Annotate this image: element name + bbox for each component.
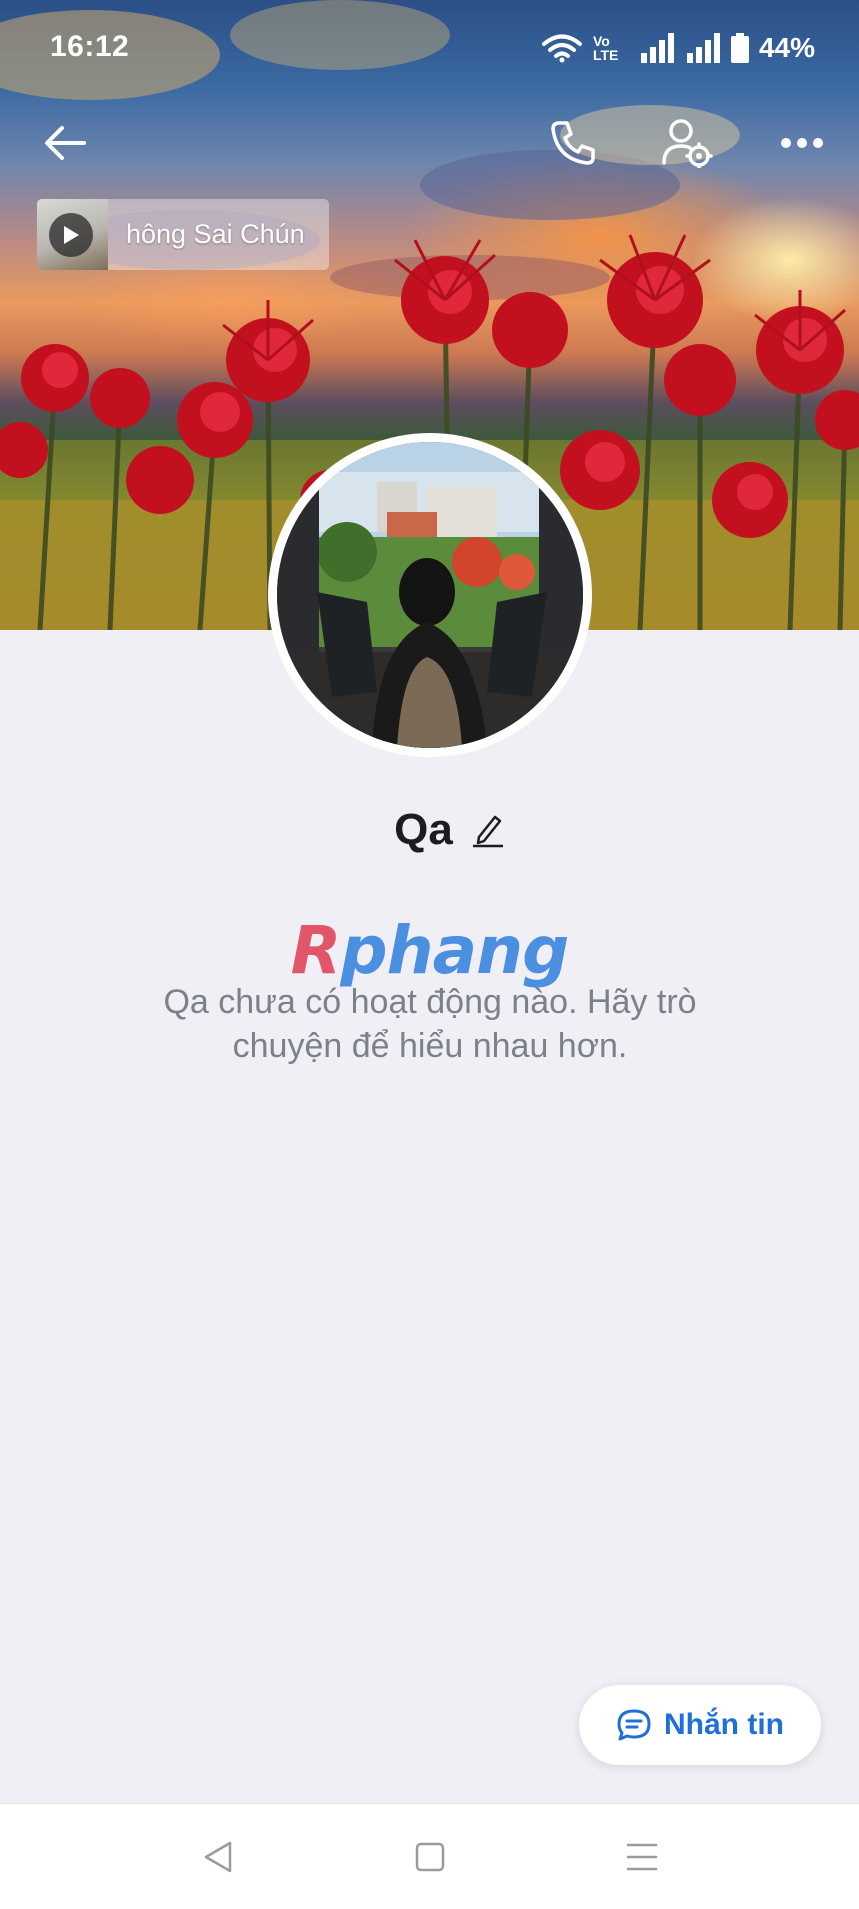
- chat-bubble-icon: [617, 1709, 651, 1741]
- avatar-photo: [277, 442, 583, 748]
- nav-menu-icon: [626, 1843, 658, 1871]
- profile-settings-button[interactable]: [652, 108, 722, 178]
- arrow-left-icon: [45, 126, 86, 160]
- nav-back-icon: [204, 1841, 232, 1873]
- signal-icon-1: [640, 33, 674, 63]
- profile-name: Qa: [394, 805, 453, 854]
- user-gear-icon: [662, 119, 713, 168]
- status-icons: Vo LTE 44%: [541, 30, 815, 66]
- phone-icon: [551, 121, 595, 165]
- avatar[interactable]: [268, 433, 592, 757]
- edit-name-button[interactable]: [471, 812, 505, 848]
- nav-back-button[interactable]: [188, 1832, 248, 1882]
- empty-activity-message: Qa chưa có hoạt động nào. Hãy trò chuyện…: [163, 983, 697, 1065]
- more-options-button[interactable]: [767, 108, 837, 178]
- nav-home-button[interactable]: [400, 1832, 460, 1882]
- system-navigation-bar: [0, 1803, 859, 1909]
- music-title: hông Sai Chún: [126, 219, 305, 249]
- send-message-label: Nhắn tin: [664, 1708, 784, 1741]
- status-time: 16:12: [50, 30, 130, 63]
- signal-icon-2: [686, 33, 720, 63]
- profile-music-chip[interactable]: hông Sai Chún: [37, 199, 329, 270]
- more-horizontal-icon: [781, 138, 823, 148]
- nav-menu-button[interactable]: [612, 1832, 672, 1882]
- battery-icon: [730, 33, 749, 63]
- volte-icon: Vo LTE: [592, 33, 619, 63]
- call-button[interactable]: [538, 108, 608, 178]
- nav-home-icon: [415, 1842, 445, 1872]
- wifi-icon: [541, 34, 582, 63]
- watermark-logo: Rphang: [290, 912, 570, 989]
- pencil-icon: [472, 815, 503, 848]
- back-button[interactable]: [30, 108, 100, 178]
- status-bar: 16:12 Vo LTE 44%: [0, 0, 859, 100]
- play-icon[interactable]: [49, 213, 93, 257]
- battery-level: 44%: [758, 32, 815, 63]
- profile-name-row: Qa: [0, 805, 859, 855]
- music-cover-thumbnail: [37, 199, 108, 270]
- send-message-button[interactable]: Nhắn tin: [579, 1685, 821, 1765]
